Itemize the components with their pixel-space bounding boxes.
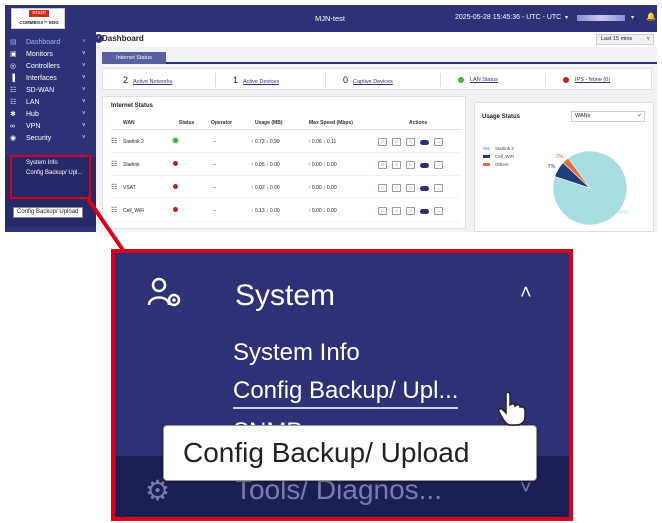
menu-item-config-backup[interactable]: Config Backup/ Upl... — [233, 377, 459, 409]
menu-item-system-info[interactable]: System Info — [233, 339, 360, 367]
system-settings-icon — [147, 277, 181, 307]
tooltip: Config Backup/ Upload — [163, 425, 537, 481]
zoomed-callout: System ˄ System Info Config Backup/ Upl.… — [111, 249, 573, 521]
system-menu-label[interactable]: System — [235, 279, 335, 313]
chevron-up-icon[interactable]: ˄ — [520, 282, 532, 305]
hand-pointer-icon — [498, 391, 526, 426]
